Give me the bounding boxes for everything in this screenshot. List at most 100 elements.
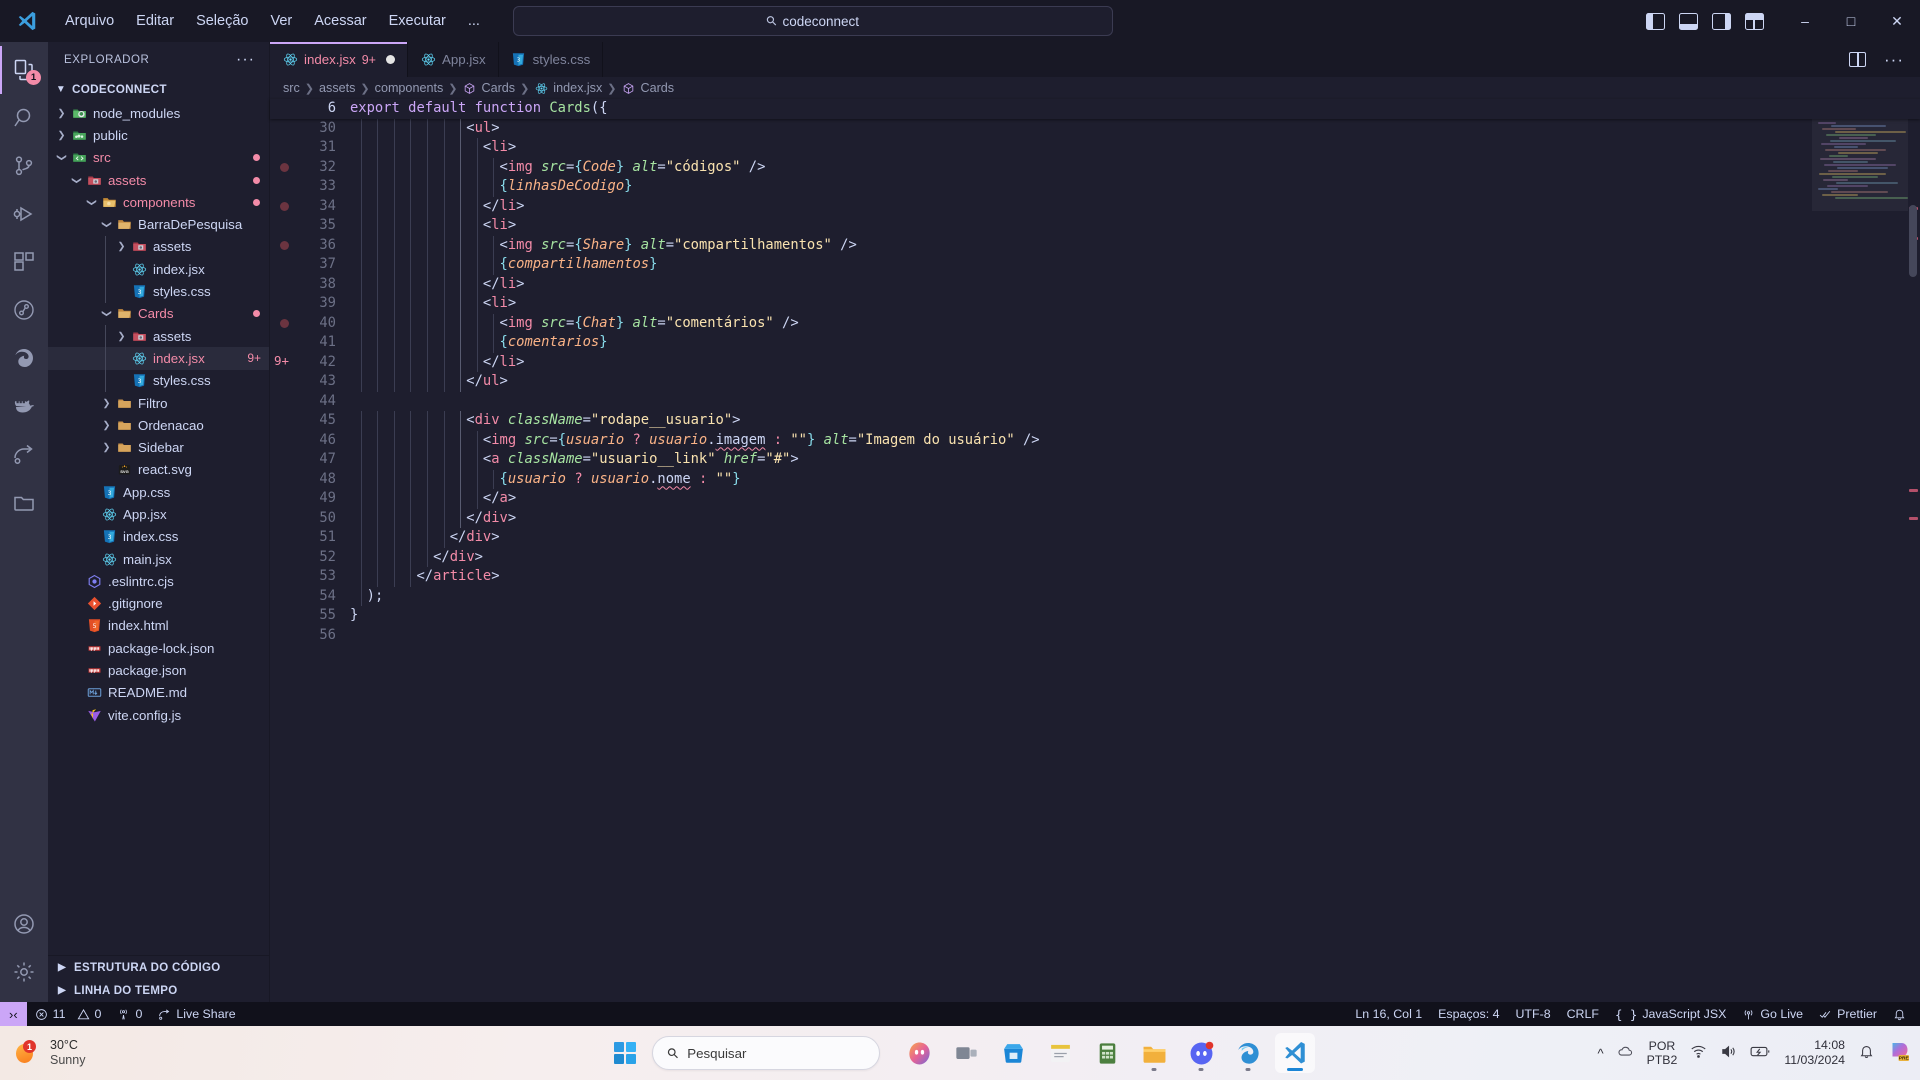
code-line[interactable]: {usuario ? usuario.nome : ""}: [350, 469, 1812, 489]
menu-editar[interactable]: Editar: [125, 8, 185, 34]
activity-edge-tools[interactable]: [0, 334, 48, 382]
section-linha-do-tempo[interactable]: ▶ LINHA DO TEMPO: [48, 979, 269, 1002]
activity-settings[interactable]: [0, 948, 48, 996]
onedrive-icon[interactable]: [1617, 1043, 1634, 1063]
tree-item-readme-md[interactable]: README.md: [48, 682, 269, 704]
tree-item-styles-css[interactable]: 3 styles.css: [48, 280, 269, 303]
code-line[interactable]: }: [350, 606, 1812, 626]
tree-item-index-jsx[interactable]: index.jsx: [48, 258, 269, 281]
activity-search[interactable]: [0, 94, 48, 142]
minimap[interactable]: [1812, 118, 1920, 1002]
activity-extensions[interactable]: [0, 238, 48, 286]
tree-item-assets[interactable]: ❯ assets: [48, 235, 269, 259]
chevron-right-icon[interactable]: ❯: [114, 331, 129, 342]
breadcrumb-segment[interactable]: index.jsx: [553, 81, 602, 95]
breadcrumb-segment[interactable]: Cards: [481, 81, 515, 95]
tree-item-components[interactable]: ❯ components: [48, 191, 269, 213]
code-line[interactable]: {comentarios}: [350, 333, 1812, 353]
code-line[interactable]: <ul>: [350, 118, 1812, 138]
taskbar-file-explorer-icon[interactable]: [1134, 1033, 1174, 1073]
chevron-right-icon[interactable]: ❯: [99, 442, 114, 453]
code-line[interactable]: );: [350, 586, 1812, 606]
tree-item-app-jsx[interactable]: App.jsx: [48, 503, 269, 525]
tree-item-index-css[interactable]: 3 index.css: [48, 526, 269, 548]
chevron-up-icon[interactable]: ^: [1597, 1046, 1603, 1061]
tree-item--gitignore[interactable]: .gitignore: [48, 593, 269, 615]
tree-item-sidebar[interactable]: ❯ Sidebar: [48, 436, 269, 458]
menu-executar[interactable]: Executar: [378, 8, 457, 34]
tree-item-assets[interactable]: ❯ assets: [48, 169, 269, 191]
command-center-search[interactable]: ⚲ codeconnect: [513, 6, 1113, 36]
code-line[interactable]: <img src={Chat} alt="comentários" />: [350, 313, 1812, 333]
start-button[interactable]: [605, 1033, 645, 1073]
chevron-right-icon[interactable]: ❯: [114, 241, 129, 252]
tree-item-node-modules[interactable]: ❯ node_modules: [48, 102, 269, 124]
activity-source-control[interactable]: [0, 142, 48, 190]
language-indicator[interactable]: POR PTB2: [1647, 1039, 1678, 1067]
chevron-right-icon[interactable]: ❯: [54, 130, 69, 141]
tree-item-package-lock-json[interactable]: package-lock.json: [48, 637, 269, 659]
tree-item-app-css[interactable]: 3 App.css: [48, 481, 269, 503]
taskbar-vscode-icon[interactable]: [1275, 1033, 1315, 1073]
code-line[interactable]: </article>: [350, 567, 1812, 587]
status-encoding[interactable]: UTF-8: [1507, 1002, 1558, 1026]
tab-app-jsx[interactable]: App.jsx: [408, 42, 499, 77]
tree-item-index-jsx[interactable]: index.jsx 9+: [48, 347, 269, 370]
menu-more-icon[interactable]: ...: [457, 8, 491, 34]
breadcrumb-segment[interactable]: src: [283, 81, 300, 95]
code-line[interactable]: {linhasDeCodigo}: [350, 177, 1812, 197]
project-root-row[interactable]: ▼ CODECONNECT: [48, 77, 269, 101]
code-line[interactable]: </li>: [350, 352, 1812, 372]
tab-dirty-indicator[interactable]: [386, 55, 395, 64]
status-go-live[interactable]: Go Live: [1734, 1002, 1811, 1026]
taskbar-weather-widget[interactable]: 1 30°C Sunny: [0, 1038, 85, 1068]
tree-item--eslintrc-cjs[interactable]: .eslintrc.cjs: [48, 570, 269, 592]
gutter-change-marker[interactable]: [280, 201, 289, 211]
breadcrumb-segment[interactable]: components: [375, 81, 444, 95]
taskbar-discord-icon[interactable]: [1181, 1033, 1221, 1073]
code-line[interactable]: </ul>: [350, 372, 1812, 392]
window-minimize-button[interactable]: –: [1782, 0, 1828, 42]
tree-item-filtro[interactable]: ❯ Filtro: [48, 392, 269, 414]
sticky-scroll-line[interactable]: 6 export default function Cards({: [270, 99, 1920, 119]
wifi-icon[interactable]: [1690, 1043, 1707, 1063]
code-line[interactable]: <li>: [350, 216, 1812, 236]
taskbar-store-icon[interactable]: [993, 1033, 1033, 1073]
code-line[interactable]: <img src={Code} alt="códigos" />: [350, 157, 1812, 177]
tree-item-ordenacao[interactable]: ❯ Ordenacao: [48, 414, 269, 436]
code-editor[interactable]: 9+ 30 31 32 33 34 35 36 37 38 39 40 41 42 43 44 45 46 47 4…: [270, 118, 1920, 1003]
split-editor-icon[interactable]: [1849, 52, 1867, 67]
code-line[interactable]: </div>: [350, 528, 1812, 548]
activity-explorer[interactable]: 1: [0, 46, 48, 94]
activity-test-explorer[interactable]: [0, 286, 48, 334]
gutter-change-marker[interactable]: [280, 318, 289, 328]
copilot-pre-icon[interactable]: PRE: [1888, 1040, 1912, 1067]
status-problems[interactable]: 11 0: [27, 1002, 110, 1026]
code-line[interactable]: <li>: [350, 138, 1812, 158]
code-content[interactable]: <ul> <li> <img src={Code} alt="códigos" …: [340, 118, 1812, 1003]
code-line[interactable]: </a>: [350, 489, 1812, 509]
panel-bottom-icon[interactable]: [1679, 12, 1698, 30]
code-line[interactable]: </div>: [350, 547, 1812, 567]
activity-accounts[interactable]: [0, 900, 48, 948]
menu-selecao[interactable]: Seleção: [185, 8, 259, 34]
tab-styles-css[interactable]: 3 styles.css: [498, 42, 604, 77]
activity-live-share[interactable]: [0, 430, 48, 478]
taskbar-task-view-icon[interactable]: [946, 1033, 986, 1073]
menu-acessar[interactable]: Acessar: [303, 8, 377, 34]
menu-ver[interactable]: Ver: [259, 8, 303, 34]
code-line[interactable]: {compartilhamentos}: [350, 255, 1812, 275]
activity-docker[interactable]: [0, 382, 48, 430]
window-maximize-button[interactable]: □: [1828, 0, 1874, 42]
breadcrumb-segment[interactable]: Cards: [641, 81, 675, 95]
tab-index-jsx[interactable]: index.jsx 9+: [270, 42, 408, 77]
taskbar-search[interactable]: ⚲ Pesquisar: [652, 1036, 880, 1070]
chevron-down-icon[interactable]: ❯: [71, 173, 82, 188]
battery-charging-icon[interactable]: [1750, 1044, 1771, 1062]
tree-item-package-json[interactable]: package.json: [48, 659, 269, 681]
code-line[interactable]: <div className="rodape__usuario">: [350, 411, 1812, 431]
code-line[interactable]: [350, 626, 1812, 646]
code-line[interactable]: </div>: [350, 508, 1812, 528]
gutter-change-marker[interactable]: [280, 240, 289, 250]
tree-item-public[interactable]: ❯ public: [48, 124, 269, 146]
